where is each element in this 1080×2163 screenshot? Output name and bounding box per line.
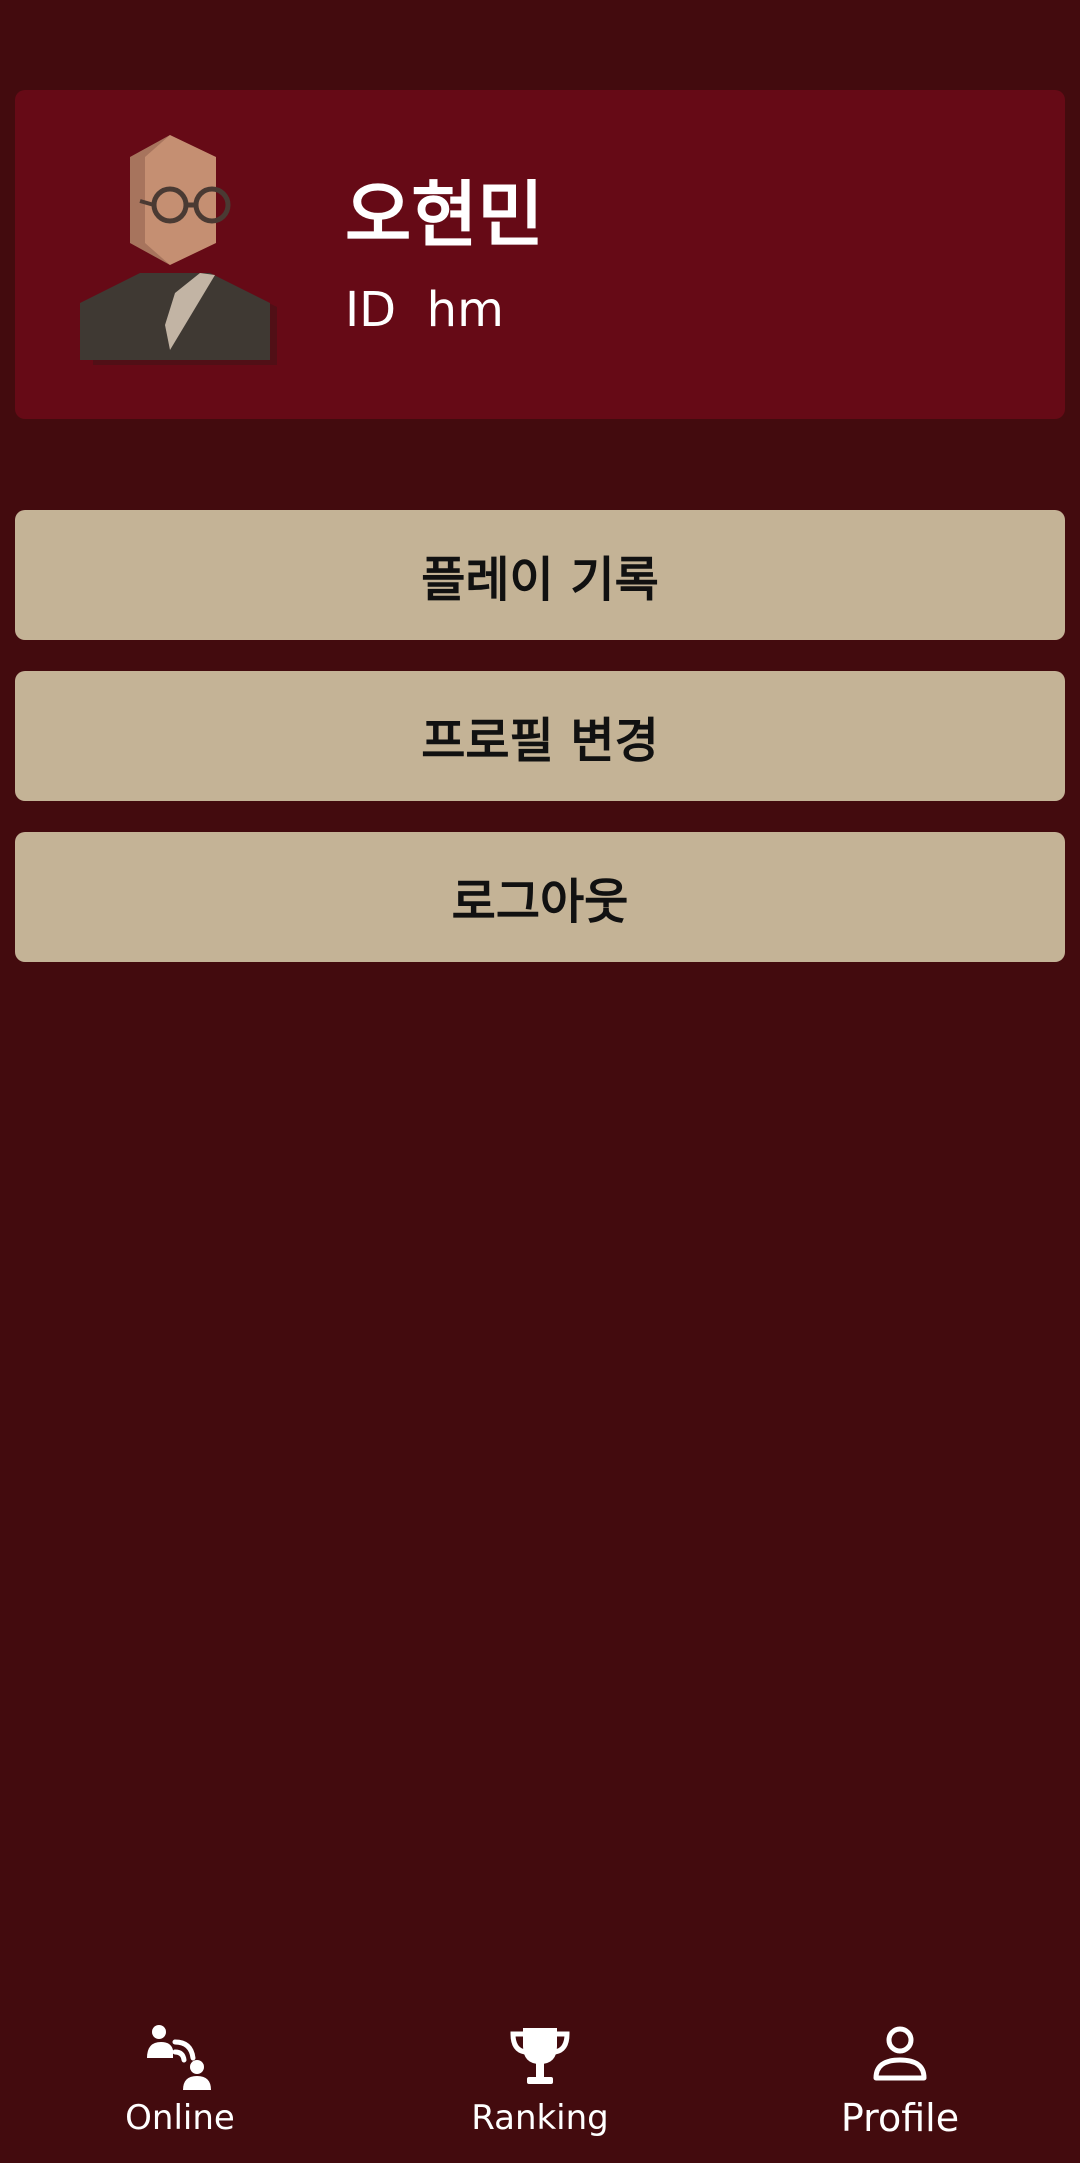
online-players-icon xyxy=(147,2025,211,2090)
user-id-value: hm xyxy=(426,282,504,338)
nav-label-online: Online xyxy=(125,2098,235,2138)
nav-item-online[interactable]: Online xyxy=(0,2000,360,2163)
nav-label-ranking: Ranking xyxy=(471,2098,609,2138)
logout-button[interactable]: 로그아웃 xyxy=(15,832,1065,962)
nav-item-profile[interactable]: Profile xyxy=(720,2000,1080,2163)
user-id: ID hm xyxy=(345,280,504,340)
profile-screen: 오현민 ID hm 플레이 기록 프로필 변경 로그아웃 Online Rank… xyxy=(0,0,1080,2163)
nav-item-ranking[interactable]: Ranking xyxy=(360,2000,720,2163)
bottom-navigation: Online Ranking Profile xyxy=(0,2000,1080,2163)
profile-card: 오현민 ID hm xyxy=(15,90,1065,419)
user-id-label: ID xyxy=(345,282,397,338)
user-name: 오현민 xyxy=(345,173,544,257)
trophy-icon xyxy=(510,2028,570,2084)
avatar-icon xyxy=(80,135,277,365)
play-history-button[interactable]: 플레이 기록 xyxy=(15,510,1065,640)
person-icon xyxy=(873,2026,927,2081)
nav-label-profile: Profile xyxy=(840,2096,960,2140)
edit-profile-button[interactable]: 프로필 변경 xyxy=(15,671,1065,801)
